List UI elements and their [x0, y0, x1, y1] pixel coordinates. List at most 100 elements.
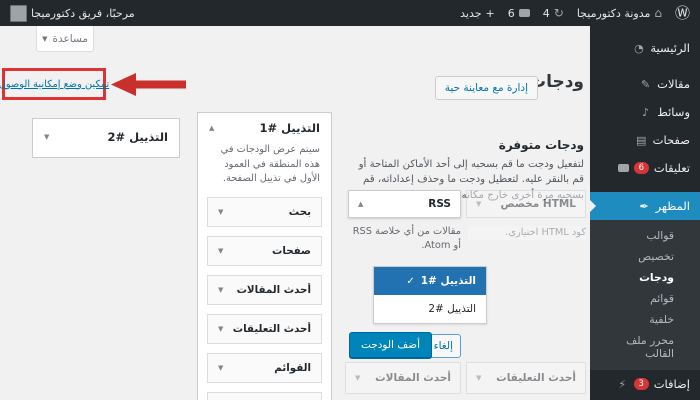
help-tab[interactable]: مساعدة ▼	[36, 26, 94, 52]
chevron-down-icon: ▼	[218, 247, 224, 256]
pages-icon: ▤	[635, 133, 647, 147]
footer1-widget-list: بحث ▼ صفحات ▼ أحدث المقالات ▼ أحدث التعل…	[198, 195, 331, 400]
widget-card-recent-posts[interactable]: أحدث المقالات ▼	[345, 362, 461, 394]
placed-widget-recent-comments[interactable]: أحدث التعليقات ▼	[207, 314, 322, 345]
my-account-menu[interactable]: مرحبًا، فريق دكتورميجا	[10, 4, 135, 22]
submenu-item-background[interactable]: خلفية	[590, 309, 700, 330]
site-name-label: مدونة دكتورميجا	[576, 6, 651, 20]
sidebar-item-pages[interactable]: صفحات ▤	[590, 126, 700, 154]
widgets-admin-content: مساعدة ▼ تمكين وضع إمكانية الوصول ودجات …	[0, 26, 590, 400]
footer2-header[interactable]: التذييل #2 ▼	[33, 119, 179, 155]
chooser-option-label: التذييل #2	[428, 303, 476, 315]
sidebar-item-label: تعليقات	[653, 161, 690, 175]
sidebar-item-dashboard[interactable]: الرئيسية ◔	[590, 34, 700, 62]
placed-widget-title: صفحات	[272, 245, 311, 258]
updates-icon: ↻	[553, 6, 564, 20]
annotation-red-box: تمكين وضع إمكانية الوصول	[0, 68, 109, 100]
accessibility-mode-link[interactable]: تمكين وضع إمكانية الوصول	[0, 79, 109, 90]
placed-widget-title: أحدث التعليقات	[232, 323, 311, 336]
appearance-submenu: قوالب تخصيص ودجات قوائم خلفية محرر ملف ا…	[590, 220, 700, 370]
footer1-header[interactable]: التذييل #1 ▲	[198, 113, 331, 143]
media-icon: ♪	[642, 105, 650, 119]
chevron-down-icon: ▼	[476, 200, 482, 208]
comments-count-badge: 6	[633, 161, 649, 175]
widget-card-title: أحدث المقالات	[375, 372, 451, 384]
placed-widget-partial[interactable]	[207, 392, 322, 400]
sidebar-item-label: مقالات	[657, 77, 690, 91]
home-icon: ⌂	[654, 6, 662, 20]
new-content-menu[interactable]: + جديد	[460, 7, 495, 20]
plus-icon: +	[485, 6, 495, 20]
custom-html-widget-description: كود HTML اختياري.	[468, 226, 586, 241]
site-name-menu[interactable]: ⌂ مدونة دكتورميجا	[577, 7, 662, 20]
chevron-up-icon: ▲	[209, 124, 215, 132]
sidebar-item-media[interactable]: وسائط ♪	[590, 98, 700, 126]
placed-widget-title: بحث	[288, 206, 311, 219]
placed-widget-recent-posts[interactable]: أحدث المقالات ▼	[207, 275, 322, 306]
add-widget-button[interactable]: أضف الودجت	[348, 332, 432, 358]
updates-count: 4	[542, 6, 550, 20]
widget-area-title: التذييل #1	[259, 121, 320, 135]
help-tab-label: مساعدة	[52, 32, 88, 45]
sidebar-item-label: صفحات	[652, 133, 690, 147]
placed-widget-title: أحدث المقالات	[236, 284, 311, 297]
submenu-item-customize[interactable]: تخصيص	[590, 246, 700, 267]
widget-card-title: أحدث التعليقات	[496, 372, 576, 384]
sidebar-item-plugins[interactable]: إضافات 3 ⚡	[590, 370, 700, 398]
sidebar-item-appearance[interactable]: المظهر ✒	[590, 192, 700, 220]
plugins-count-badge: 3	[633, 377, 649, 391]
chevron-down-icon: ▼	[218, 325, 224, 334]
chevron-down-icon: ▼	[355, 374, 361, 382]
available-widgets-heading: ودجات متوفرة	[498, 138, 584, 152]
sidebar-item-posts[interactable]: مقالات ✎	[590, 70, 700, 98]
rss-widget-description: مقالات من أي خلاصة RSS أو Atom.	[352, 226, 461, 252]
sidebar-item-label: المظهر	[655, 199, 690, 213]
wordpress-logo-menu[interactable]: Ⓦ	[675, 5, 690, 21]
comments-menu[interactable]: 6	[508, 7, 530, 20]
submenu-item-menus[interactable]: قوائم	[590, 288, 700, 309]
widget-area-footer2: التذييل #2 ▼	[32, 118, 180, 158]
chooser-option-footer1[interactable]: التذييل #1 ✓	[374, 267, 486, 295]
comments-count: 6	[507, 6, 515, 20]
admin-bar: Ⓦ ⌂ مدونة دكتورميجا ↻ 4 6 + جديد مرحبًا،…	[0, 0, 700, 26]
sidebar-item-label: إضافات	[653, 377, 690, 391]
chevron-down-icon: ▼	[218, 286, 224, 295]
avatar	[10, 4, 27, 22]
chooser-option-footer2[interactable]: التذييل #2	[374, 295, 486, 323]
chevron-down-icon: ▼	[42, 34, 48, 43]
placed-widget-search[interactable]: بحث ▼	[207, 197, 322, 228]
submenu-item-themes[interactable]: قوالب	[590, 225, 700, 246]
admin-menu: الرئيسية ◔ مقالات ✎ وسائط ♪ صفحات ▤ تعلي…	[590, 26, 700, 400]
chevron-up-icon: ▲	[358, 200, 364, 208]
chevron-down-icon: ▼	[218, 208, 224, 217]
sidebar-item-comments[interactable]: تعليقات 6	[590, 154, 700, 182]
appearance-brush-icon: ✒	[639, 199, 649, 213]
comments-bubble-icon	[617, 164, 629, 172]
placed-widget-menus[interactable]: القوائم ▼	[207, 353, 322, 384]
comments-bubble-icon	[518, 9, 530, 17]
placed-widget-pages[interactable]: صفحات ▼	[207, 236, 322, 267]
annotation-red-arrow	[111, 73, 186, 96]
admin-bar-left-group: مرحبًا، فريق دكتورميجا	[10, 4, 135, 22]
sidebar-item-label: وسائط	[657, 105, 690, 119]
chevron-down-icon: ▼	[218, 364, 224, 373]
widget-location-chooser: التذييل #1 ✓ التذييل #2	[373, 266, 487, 324]
wordpress-admin-widgets-screen: Ⓦ ⌂ مدونة دكتورميجا ↻ 4 6 + جديد مرحبًا،…	[0, 0, 700, 400]
updates-menu[interactable]: ↻ 4	[543, 7, 564, 20]
check-icon: ✓	[406, 275, 415, 287]
footer1-description: سيتم عرض الودجات في هذه المنطقة في العمو…	[220, 144, 320, 185]
manage-with-live-preview-button[interactable]: إدارة مع معاينة حية	[434, 76, 538, 100]
widget-card-rss[interactable]: RSS ▲	[348, 190, 461, 218]
plugin-icon: ⚡	[618, 377, 627, 391]
howdy-greeting: مرحبًا، فريق دكتورميجا	[31, 6, 135, 20]
submenu-item-widgets[interactable]: ودجات	[590, 267, 700, 288]
sidebar-item-label: الرئيسية	[650, 41, 690, 55]
widget-card-title: HTML مخصص	[500, 198, 577, 210]
posts-pin-icon: ✎	[641, 77, 651, 91]
dashboard-icon: ◔	[634, 41, 644, 55]
admin-bar-right-group: Ⓦ ⌂ مدونة دكتورميجا ↻ 4 6 + جديد	[460, 5, 690, 21]
widget-card-recent-comments[interactable]: أحدث التعليقات ▼	[466, 362, 586, 394]
widget-card-custom-html[interactable]: HTML مخصص ▼	[466, 190, 586, 218]
submenu-item-theme-editor[interactable]: محرر ملف القالب	[590, 330, 700, 364]
placed-widget-title: القوائم	[274, 362, 311, 375]
